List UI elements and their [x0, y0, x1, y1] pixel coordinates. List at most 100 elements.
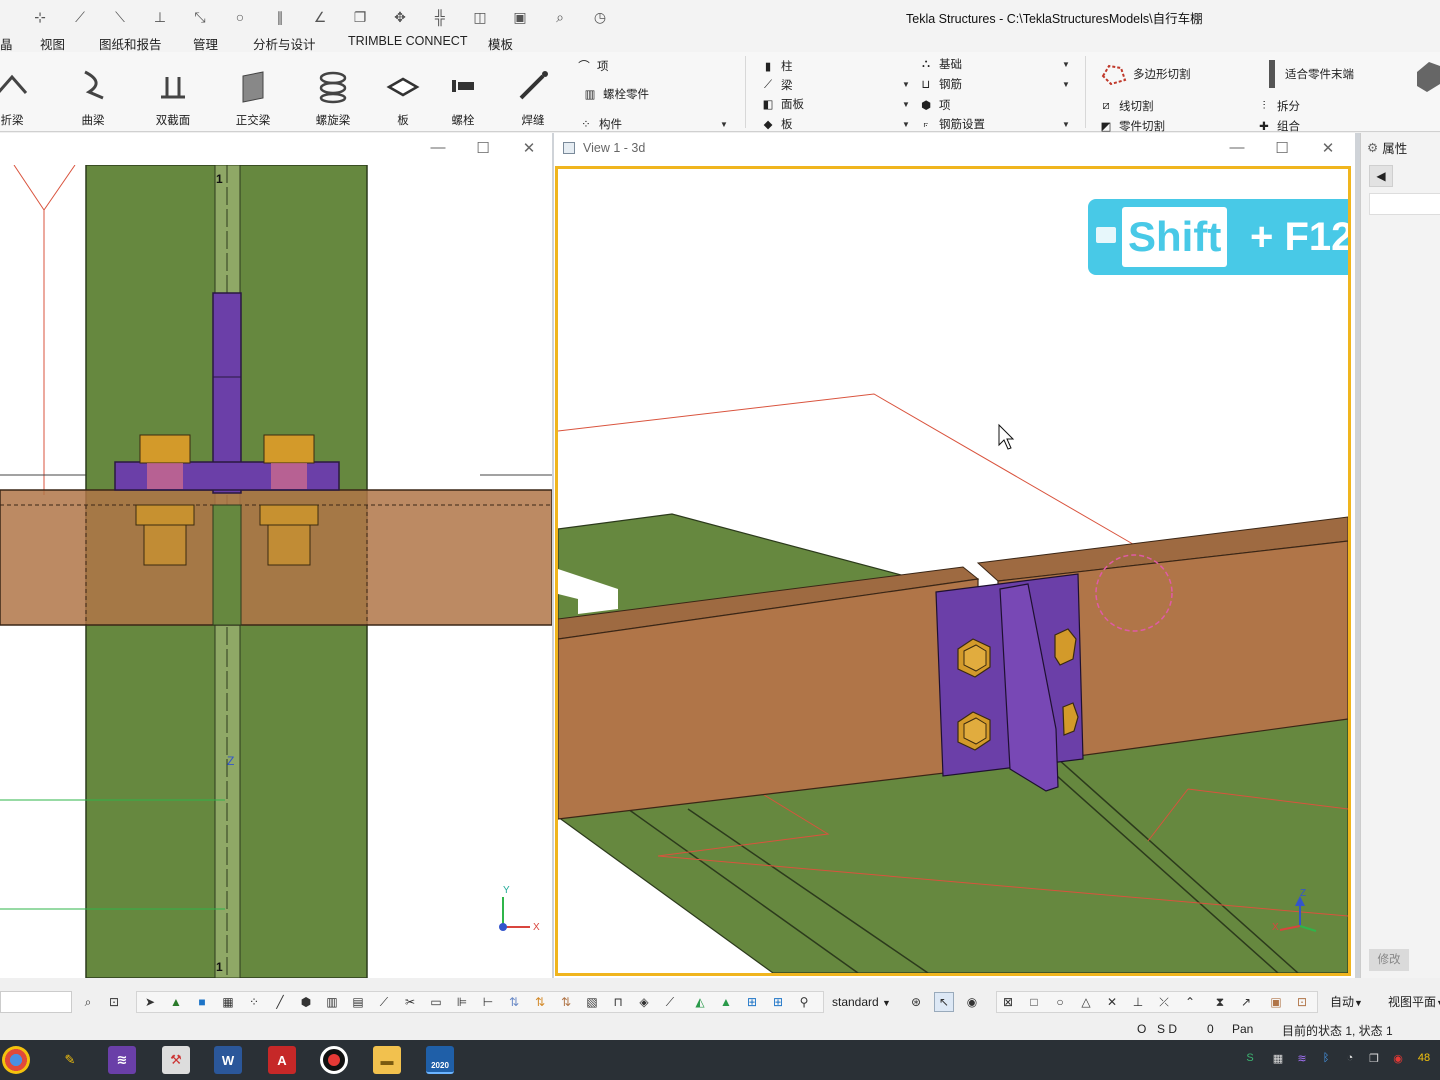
snap-part-box-icon[interactable]: ▣ [1266, 992, 1286, 1012]
angle-icon[interactable]: ∠ [300, 6, 340, 28]
minimize-icon[interactable]: — [1227, 139, 1247, 156]
minimize-icon[interactable]: — [428, 139, 448, 156]
3d-view-window[interactable]: View 1 - 3d — ☐ ✕ Z X Shift + F12 [554, 133, 1355, 978]
paint-brush-icon[interactable]: ✎ [56, 1046, 84, 1074]
snap-plane-icon[interactable]: ◭ [690, 992, 710, 1012]
select-component-icon[interactable]: ⬢ [296, 992, 316, 1012]
part-cut-button[interactable]: ◩ 零件切割 [1098, 118, 1165, 134]
select-assembly-icon[interactable]: ⊫ [452, 992, 472, 1012]
record-icon[interactable] [320, 1046, 348, 1074]
bluetooth-icon[interactable]: ᛒ [1318, 1052, 1334, 1068]
back-arrow-icon[interactable]: ◀ [1369, 165, 1393, 187]
perpendicular-icon[interactable]: ⊥ [140, 6, 180, 28]
snap-perpendicular-icon[interactable]: ⊥ [1128, 992, 1148, 1012]
snap-mode-select[interactable]: 自动▼ [1326, 992, 1376, 1012]
menu-item-partial[interactable]: 晶 [0, 34, 13, 53]
more-tools-icon[interactable] [1415, 58, 1440, 94]
select-grid-icon[interactable]: ▦ [218, 992, 238, 1012]
rebar-set-button[interactable]: ⟔ 钢筋设置 [918, 116, 985, 132]
tray-onenote-icon[interactable]: ≋ [1294, 1052, 1310, 1068]
history-icon[interactable]: ◷ [580, 6, 620, 28]
beam-button[interactable]: ⟋ 梁 [760, 77, 793, 93]
panel-dropdown-chevron-icon[interactable]: ▼ [902, 100, 910, 109]
foundation-dropdown-chevron-icon[interactable]: ▼ [1062, 60, 1070, 69]
select-surface-icon[interactable]: ■ [192, 992, 212, 1012]
select-cut-icon[interactable]: ✂ [400, 992, 420, 1012]
view-style-select[interactable]: standard ▼ [828, 992, 898, 1012]
plate-button[interactable]: 板 [373, 66, 433, 128]
polygon-cut-button[interactable]: 多边形切割 [1098, 62, 1191, 86]
display-filter-icon[interactable]: ⊛ [906, 992, 926, 1012]
autocad-icon[interactable]: A [268, 1046, 296, 1074]
command-search-input[interactable] [0, 991, 72, 1013]
maximize-icon[interactable]: ☐ [473, 139, 493, 157]
select-arrow-icon[interactable]: ➤ [140, 992, 160, 1012]
twin-profile-button[interactable]: 双截面 [143, 66, 203, 128]
snap-line-extension-icon[interactable]: ⤫ [1154, 992, 1174, 1012]
slab-button[interactable]: ◆ 板 [760, 116, 793, 132]
midpoint-tool-icon[interactable]: ⟋ [60, 6, 100, 28]
snap-zoom-icon[interactable]: ⚲ [794, 992, 814, 1012]
select-part-icon[interactable]: ▲ [166, 992, 186, 1012]
extension-icon[interactable]: ⤡ [180, 6, 220, 28]
snap-intersection-icon[interactable]: ✕ [1102, 992, 1122, 1012]
parallel-icon[interactable]: ∥ [260, 6, 300, 28]
snap-center-icon[interactable]: ○ [1050, 992, 1070, 1012]
foundation-button[interactable]: ⛬ 基础 [918, 56, 962, 72]
menu-item-drawings[interactable]: 图纸和报告 [99, 34, 162, 53]
plan-view-canvas[interactable]: 1 1 Z Y X [0, 165, 552, 978]
bolt-parts-button[interactable]: ▥ 螺栓零件 [582, 86, 649, 102]
weld-button[interactable]: 焊缝 [503, 66, 563, 128]
beam-dropdown-chevron-icon[interactable]: ▼ [902, 80, 910, 89]
mirror-icon[interactable]: ◫ [460, 6, 500, 28]
grid-icon[interactable]: ╬ [420, 6, 460, 28]
snap-reference-icon[interactable]: ⊠ [998, 992, 1018, 1012]
rebar-set-dropdown-chevron-icon[interactable]: ▼ [1062, 120, 1070, 129]
rebar-dropdown-chevron-icon[interactable]: ▼ [1062, 80, 1070, 89]
snap-nearest-icon[interactable]: ⌃ [1180, 992, 1200, 1012]
snap-free-icon[interactable]: ↗ [1236, 992, 1256, 1012]
select-edge-icon[interactable]: ⟋ [660, 992, 680, 1012]
select-bolt-icon[interactable]: ⊢ [478, 992, 498, 1012]
select-weld-icon[interactable]: ⟋ [374, 992, 394, 1012]
line-cut-button[interactable]: ⧄ 线切割 [1098, 98, 1153, 114]
snap-part-icon[interactable]: ▲ [716, 992, 736, 1012]
snap-grid-icon[interactable]: ⊞ [742, 992, 762, 1012]
menu-item-analysis[interactable]: 分析与设计 [253, 34, 316, 53]
spiral-beam-button[interactable]: 螺旋梁 [303, 66, 363, 128]
snap-point-icon[interactable]: ⊞ [768, 992, 788, 1012]
menu-item-manage[interactable]: 管理 [193, 34, 218, 53]
move-icon[interactable]: ✥ [380, 6, 420, 28]
select-sub-assembly-icon[interactable]: ⇅ [556, 992, 576, 1012]
select-reinforcement-icon[interactable]: ▥ [322, 992, 342, 1012]
search-icon[interactable]: ⌕ [540, 6, 580, 28]
eye-icon[interactable]: ◉ [962, 992, 982, 1012]
select-object-icon[interactable]: ⇅ [504, 992, 524, 1012]
close-icon[interactable]: ✕ [519, 139, 539, 157]
circle-icon[interactable]: ○ [220, 6, 260, 28]
folded-beam-button[interactable]: 折梁 [0, 66, 42, 128]
select-cast-unit-icon[interactable]: ▧ [582, 992, 602, 1012]
select-bolt-group-icon[interactable]: ▤ [348, 992, 368, 1012]
tray-record-icon[interactable]: ◉ [1390, 1052, 1406, 1068]
split-button[interactable]: ⫶ 拆分 [1256, 98, 1300, 114]
rebar-item-button[interactable]: ⬢ 项 [918, 97, 951, 113]
tray-app-icon[interactable]: ◔ [1342, 1052, 1358, 1068]
tools-app-icon[interactable]: ⚒ [162, 1046, 190, 1074]
panel-button[interactable]: ◧ 面板 [760, 96, 804, 112]
component-dropdown-chevron-icon[interactable]: ▼ [720, 120, 728, 129]
modify-button[interactable]: 修改 [1369, 949, 1409, 971]
select-line-icon[interactable]: ╱ [270, 992, 290, 1012]
slab-dropdown-chevron-icon[interactable]: ▼ [902, 120, 910, 129]
menu-item-templates[interactable]: 模板 [488, 34, 513, 53]
tekla-app-icon[interactable]: 2020 [426, 1046, 454, 1074]
menu-item-view[interactable]: 视图 [40, 34, 65, 53]
item-button[interactable]: ⌒ 项 [576, 58, 608, 74]
select-points-icon[interactable]: ⁘ [244, 992, 264, 1012]
snap-part-select-icon[interactable]: ⊡ [1292, 992, 1312, 1012]
zoom-icon[interactable]: ⊡ [104, 992, 124, 1012]
select-nested-icon[interactable]: ⇅ [530, 992, 550, 1012]
select-pour-icon[interactable]: ⊓ [608, 992, 628, 1012]
snap-edge-icon[interactable]: ⧗ [1210, 992, 1230, 1012]
search-icon[interactable]: ⌕ [78, 992, 98, 1012]
